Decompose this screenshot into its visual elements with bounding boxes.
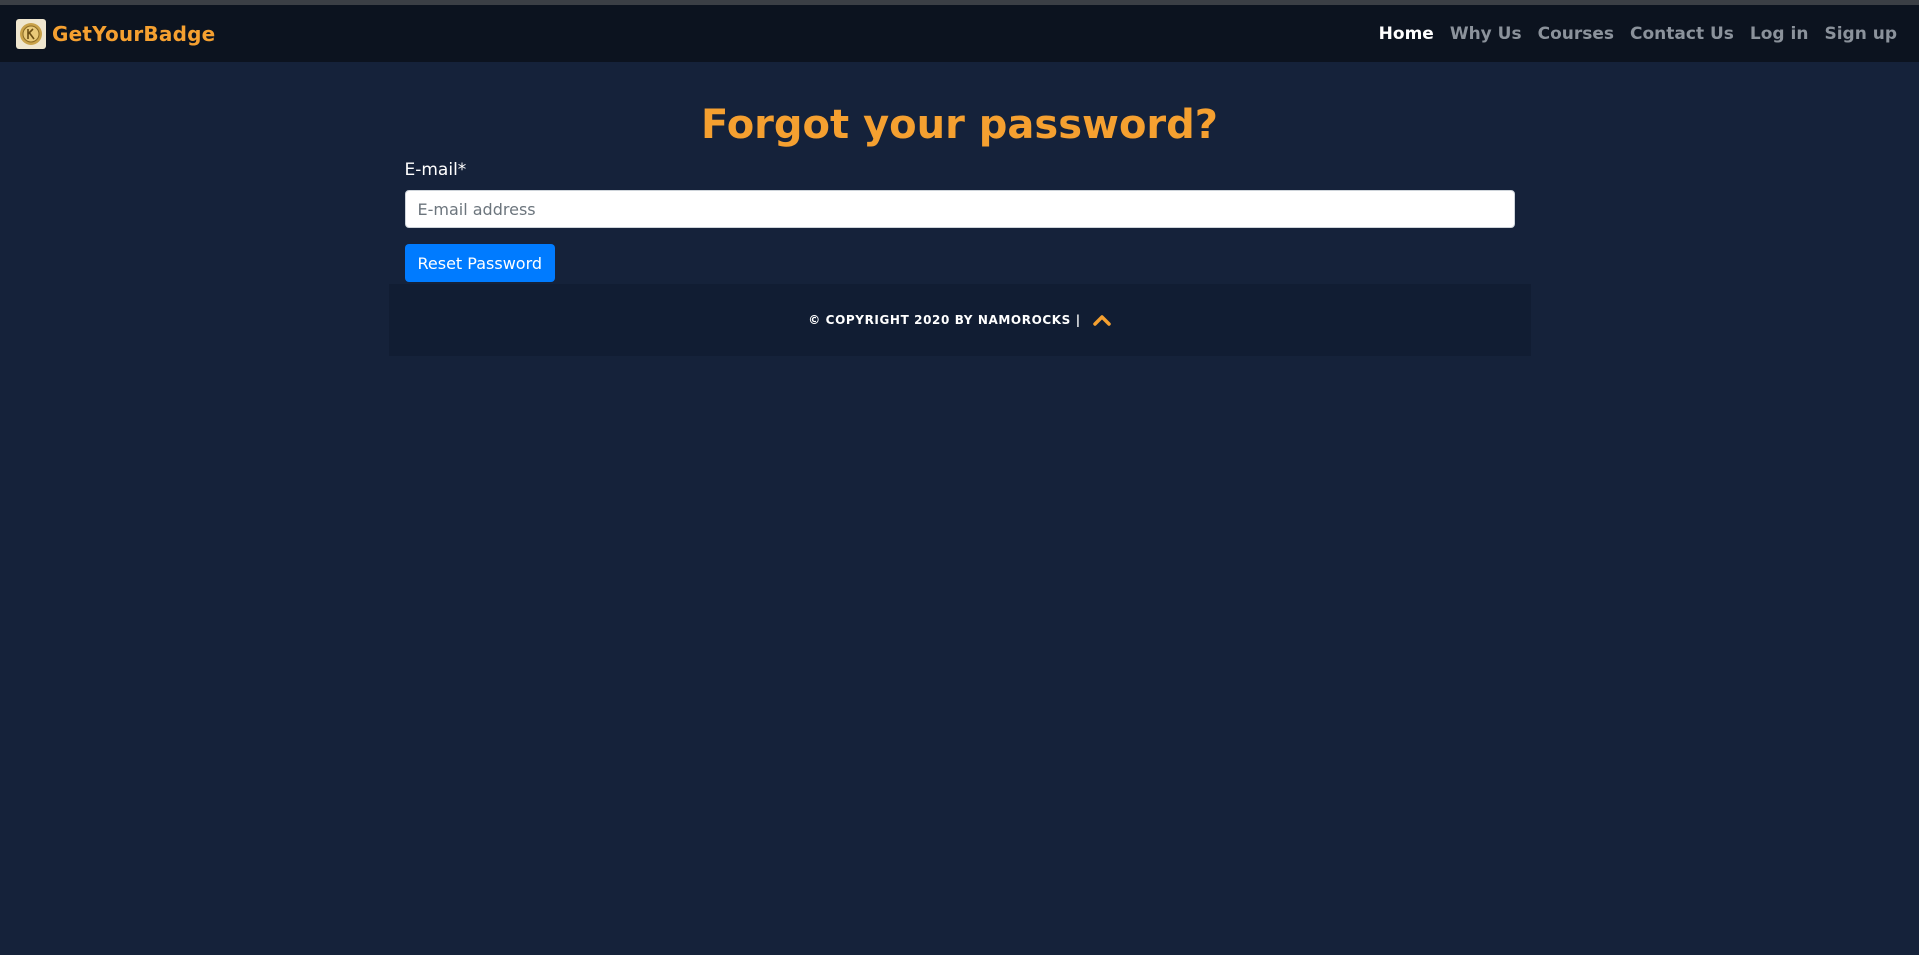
nav-link-contact-us[interactable]: Contact Us [1630,24,1734,44]
navbar: GetYourBadge Home Why Us Courses Contact… [0,5,1919,62]
nav-link-sign-up[interactable]: Sign up [1824,24,1897,44]
brand-name: GetYourBadge [52,21,216,46]
nav-link-home[interactable]: Home [1379,24,1434,44]
nav-links: Home Why Us Courses Contact Us Log in Si… [1363,24,1897,44]
copyright-text: © COPYRIGHT 2020 BY NAMOROCKS | [808,313,1081,327]
email-label: E-mail* [404,160,467,180]
chevron-up-icon[interactable] [1092,314,1111,326]
footer: © COPYRIGHT 2020 BY NAMOROCKS | [388,284,1531,356]
nav-link-why-us[interactable]: Why Us [1450,24,1522,44]
reset-password-form: E-mail* Reset Password [389,160,1531,282]
nav-link-log-in[interactable]: Log in [1750,24,1809,44]
badge-logo-icon [16,18,46,49]
reset-password-button[interactable]: Reset Password [404,244,556,282]
nav-link-courses[interactable]: Courses [1538,24,1614,44]
page-title: Forgot your password? [701,102,1218,148]
email-input[interactable] [404,190,1515,228]
brand-link[interactable]: GetYourBadge [16,18,216,49]
main-content: Forgot your password? E-mail* Reset Pass… [388,62,1531,356]
